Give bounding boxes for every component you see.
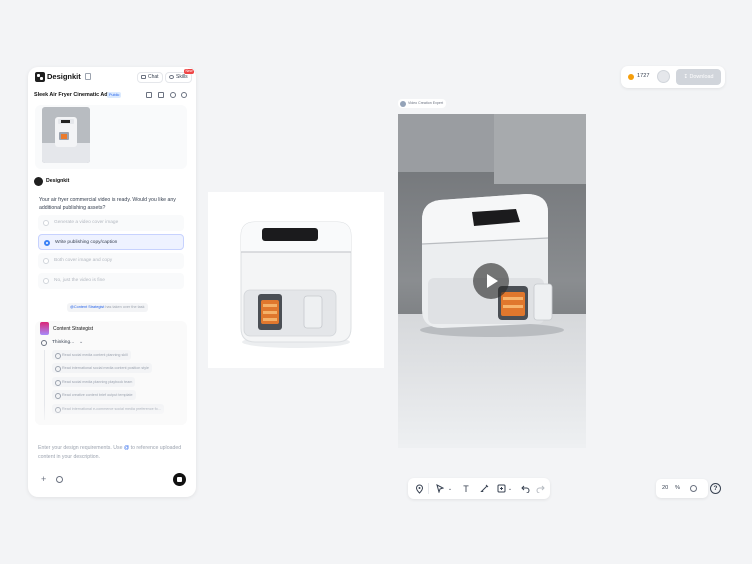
redo-icon[interactable] xyxy=(533,478,547,499)
option-label: No, just the video is fine xyxy=(54,278,105,283)
canvas-toolbar: ⌄ T ⌄ xyxy=(408,478,550,499)
pin-icon[interactable] xyxy=(412,478,426,499)
video-preview[interactable] xyxy=(398,114,586,448)
zoom-unit: % xyxy=(675,485,680,491)
skills-tab-button[interactable]: Skills xyxy=(165,72,192,83)
account-bar: 1727 ↧ Download xyxy=(621,66,725,88)
chat-panel: Designkit Chat Skills New Sleek Air Frye… xyxy=(28,67,196,497)
radio-icon xyxy=(43,220,49,226)
handoff-notice: @Content Strategist has taken over the t… xyxy=(67,303,148,312)
project-title[interactable]: Sleek Air Fryer Cinematic Ad xyxy=(34,92,108,98)
option-publishing-copy[interactable]: Write publishing copy/caption xyxy=(38,234,184,250)
prompt-placeholder: Enter your design requirements. Use @ to… xyxy=(38,445,182,460)
credits-icon xyxy=(628,74,634,80)
chevron-down-icon[interactable]: ⌄ xyxy=(79,339,83,345)
folder-icon[interactable] xyxy=(146,92,152,98)
tool-step[interactable]: Read social media content planning skill xyxy=(52,350,131,360)
designkit-logo-icon xyxy=(35,72,45,82)
product-image-card[interactable] xyxy=(208,192,384,368)
designkit-avatar-icon xyxy=(34,177,43,186)
previous-result-card xyxy=(35,105,187,169)
pen-tool-icon[interactable] xyxy=(477,478,491,499)
add-attachment-icon[interactable]: + xyxy=(41,475,46,484)
project-visibility-badge: Public xyxy=(107,92,122,98)
download-button[interactable]: ↧ Download xyxy=(676,69,721,85)
user-avatar[interactable] xyxy=(657,70,670,83)
tool-step[interactable]: Read international social media content … xyxy=(52,363,152,373)
ai-message: Your air fryer commercial video is ready… xyxy=(39,197,176,211)
mention-tag[interactable]: @Content Strategist xyxy=(70,305,104,309)
option-label: Write publishing copy/caption xyxy=(55,240,118,245)
option-cover-image[interactable]: Generate a video cover image xyxy=(38,215,184,231)
skills-icon xyxy=(169,74,174,79)
add-frame-icon[interactable] xyxy=(495,478,507,499)
video-agent-tag: Video Creation Expert xyxy=(398,99,447,108)
air-fryer-image xyxy=(208,192,384,368)
video-thumbnail[interactable] xyxy=(42,107,90,163)
fit-to-screen-icon[interactable] xyxy=(690,485,697,492)
handoff-text: has taken over the task xyxy=(105,305,145,309)
text-tool-icon[interactable]: T xyxy=(459,478,473,499)
help-icon[interactable]: ? xyxy=(710,483,721,494)
tool-step[interactable]: Read creative content brief output templ… xyxy=(52,390,136,400)
chevron-down-icon[interactable]: ⌄ xyxy=(507,478,513,499)
credits-count[interactable]: 1727 xyxy=(637,73,649,79)
share-icon[interactable] xyxy=(158,92,164,98)
send-button[interactable] xyxy=(173,473,186,486)
option-label: Both cover image and copy xyxy=(54,258,113,263)
toolbar-divider xyxy=(428,483,429,494)
thinking-status[interactable]: Thinking... xyxy=(52,340,74,345)
tool-step[interactable]: Read social media planning playbook team xyxy=(52,377,136,387)
play-button[interactable] xyxy=(473,263,509,299)
skills-new-badge: New xyxy=(184,69,195,74)
chat-icon xyxy=(141,74,146,79)
collapse-panel-icon[interactable] xyxy=(85,73,91,80)
ai-name: Designkit xyxy=(46,178,70,184)
agent-avatar xyxy=(40,322,49,335)
option-video-only[interactable]: No, just the video is fine xyxy=(38,273,184,289)
radio-icon xyxy=(43,258,49,264)
undo-icon[interactable] xyxy=(518,478,532,499)
new-chat-icon[interactable] xyxy=(181,92,187,98)
thinking-icon xyxy=(41,340,47,346)
chevron-down-icon[interactable]: ⌄ xyxy=(446,478,454,499)
chat-tab-button[interactable]: Chat xyxy=(137,72,163,83)
zoom-control[interactable]: 20 % xyxy=(656,479,708,498)
project-bar: Sleek Air Fryer Cinematic Ad Public xyxy=(28,88,196,102)
zoom-value[interactable]: 20 xyxy=(662,485,668,491)
scroll-fade xyxy=(35,405,187,425)
history-icon[interactable] xyxy=(170,92,176,98)
prompt-input[interactable]: Enter your design requirements. Use @ to… xyxy=(32,437,192,493)
brand-name: Designkit xyxy=(47,72,81,81)
panel-header: Designkit Chat Skills New xyxy=(28,67,196,87)
select-cursor-icon[interactable] xyxy=(434,478,446,499)
radio-selected-icon xyxy=(44,240,50,246)
agent-name: Content Strategist xyxy=(53,326,94,332)
skill-selector-icon[interactable] xyxy=(56,476,63,483)
agent-card: Content Strategist Thinking... ⌄ Read so… xyxy=(35,321,187,425)
option-label: Generate a video cover image xyxy=(54,220,119,225)
option-both[interactable]: Both cover image and copy xyxy=(38,253,184,269)
radio-icon xyxy=(43,278,49,284)
